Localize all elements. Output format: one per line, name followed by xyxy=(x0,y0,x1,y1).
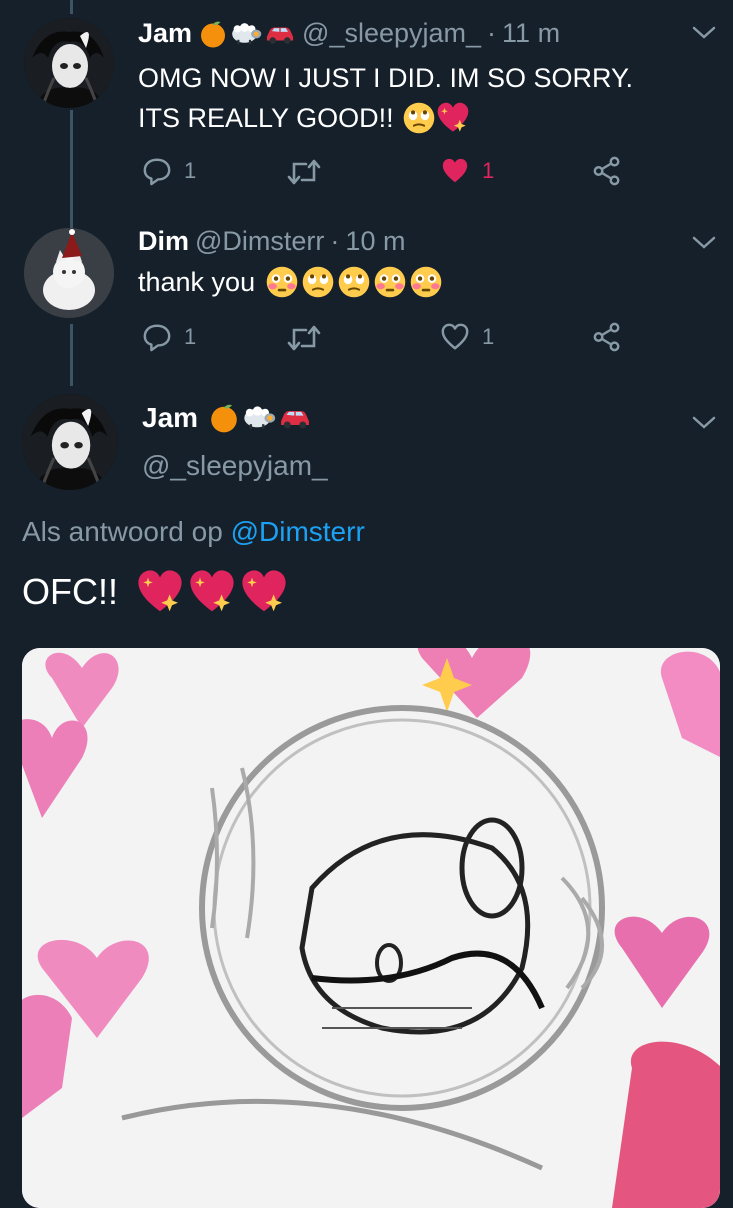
avatar-jam-main[interactable] xyxy=(22,394,118,490)
like-button[interactable]: 1 xyxy=(440,322,494,352)
thread-line-bottom xyxy=(70,324,73,386)
flushed-face-emoji xyxy=(373,265,407,299)
avatar-jam[interactable] xyxy=(24,18,114,108)
sparkling-heart-emoji xyxy=(240,568,288,616)
sparkling-heart-emoji xyxy=(188,568,236,616)
chevron-down-icon[interactable] xyxy=(691,24,717,42)
like-count: 1 xyxy=(482,324,495,349)
share-icon xyxy=(592,156,622,186)
orange-emoji xyxy=(208,402,240,434)
chevron-down-icon[interactable] xyxy=(691,414,717,432)
tweet-header: Jam @_sleepyjam_ · 11 m xyxy=(138,18,560,49)
username[interactable]: @_sleepyjam_ xyxy=(142,450,328,482)
share-button[interactable] xyxy=(592,156,622,186)
thread-line-mid xyxy=(70,110,73,228)
meme-image xyxy=(22,648,720,1208)
main-tweet-text: OFC!! xyxy=(22,568,288,616)
rolling-eyes-face-emoji xyxy=(402,101,436,135)
sheep-emoji xyxy=(230,22,262,46)
rolling-eyes-face-emoji xyxy=(337,265,371,299)
chevron-down-icon[interactable] xyxy=(691,234,717,252)
reply-count: 1 xyxy=(184,324,197,349)
timestamp[interactable]: 10 m xyxy=(345,226,405,257)
tweet-text: thank you xyxy=(138,262,443,302)
sparkling-heart-emoji xyxy=(136,568,184,616)
orange-emoji xyxy=(198,19,228,49)
tweet-header: Dim @Dimsterr · 10 m xyxy=(138,226,405,257)
sparkling-heart-emoji xyxy=(436,101,470,135)
retweet-icon xyxy=(286,322,322,354)
display-name[interactable]: Jam xyxy=(138,18,192,49)
car-emoji xyxy=(264,23,296,45)
heart-icon xyxy=(440,156,470,186)
reply-mention-link[interactable]: @Dimsterr xyxy=(231,516,365,547)
share-button[interactable] xyxy=(592,322,622,352)
like-count: 1 xyxy=(482,158,495,183)
display-name[interactable]: Jam xyxy=(142,402,198,434)
separator-dot: · xyxy=(487,18,497,48)
separator-dot: · xyxy=(330,226,340,256)
heart-icon xyxy=(440,322,470,352)
reply-context: Als antwoord op @Dimsterr xyxy=(22,516,365,548)
reply-prefix: Als antwoord op xyxy=(22,516,223,547)
tweet-actions: 1 1 xyxy=(138,320,638,356)
main-tweet-header: Jam xyxy=(142,402,312,434)
flushed-face-emoji xyxy=(265,265,299,299)
display-name[interactable]: Dim xyxy=(138,226,189,257)
tweet-actions: 1 1 xyxy=(138,154,638,190)
username[interactable]: @_sleepyjam_ xyxy=(302,18,481,49)
retweet-button[interactable] xyxy=(286,322,322,354)
reply-count: 1 xyxy=(184,158,197,183)
tweet-media-image[interactable] xyxy=(22,648,720,1208)
sheep-emoji xyxy=(242,405,276,431)
flushed-face-emoji xyxy=(409,265,443,299)
reply-icon xyxy=(142,322,172,352)
thread-line-top xyxy=(70,0,73,14)
retweet-button[interactable] xyxy=(286,156,322,188)
timestamp[interactable]: 11 m xyxy=(502,18,560,49)
tweet-text-line: OFC!! xyxy=(22,571,118,612)
tweet-text-line: ITS REALLY GOOD!! xyxy=(138,103,394,133)
share-icon xyxy=(592,322,622,352)
avatar-dim[interactable] xyxy=(24,228,114,318)
reply-button[interactable]: 1 xyxy=(142,322,196,352)
cat-avatar-image xyxy=(24,228,114,318)
car-emoji xyxy=(278,406,312,430)
reply-icon xyxy=(142,156,172,186)
rolling-eyes-face-emoji xyxy=(301,265,335,299)
username[interactable]: @Dimsterr xyxy=(195,226,324,257)
tweet-text-line: OMG NOW I JUST I DID. IM SO SORRY. xyxy=(138,63,634,93)
reply-button[interactable]: 1 xyxy=(142,156,196,186)
like-button[interactable]: 1 xyxy=(440,156,494,186)
tweet-text: OMG NOW I JUST I DID. IM SO SORRY. ITS R… xyxy=(138,58,633,138)
retweet-icon xyxy=(286,156,322,188)
tweet-text-line: thank you xyxy=(138,267,256,297)
